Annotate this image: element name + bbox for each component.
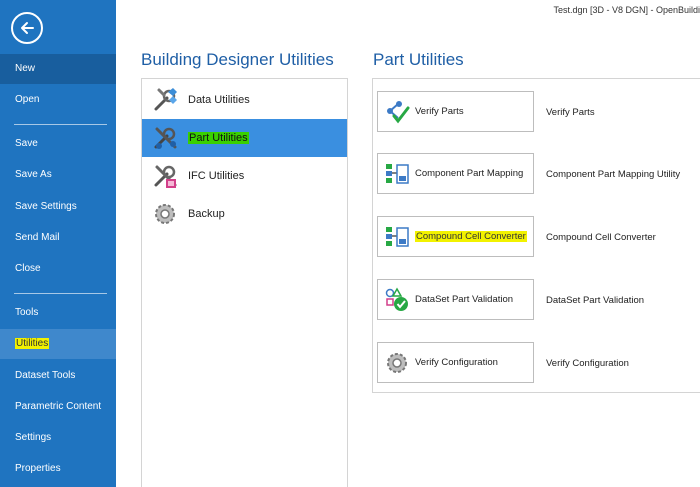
utility-category-list: Data Utilities Part Utilities IFC Utilit… bbox=[141, 78, 348, 487]
nav-settings[interactable]: Settings bbox=[0, 423, 116, 453]
nav-new[interactable]: New bbox=[0, 54, 116, 84]
verify-parts-button[interactable]: Verify Parts bbox=[377, 91, 534, 132]
window-title: Test.dgn [3D - V8 DGN] - OpenBuildi bbox=[553, 5, 700, 15]
cell-converter-icon bbox=[383, 223, 411, 251]
nav-save[interactable]: Save bbox=[0, 129, 116, 159]
compound-cell-converter-label: Compound Cell Converter bbox=[415, 231, 527, 242]
dataset-validation-icon bbox=[383, 286, 411, 314]
verify-configuration-icon bbox=[383, 349, 411, 377]
back-button[interactable] bbox=[11, 12, 43, 44]
nav-properties[interactable]: Properties bbox=[0, 454, 116, 484]
nav-utilities-label: Utilities bbox=[15, 338, 50, 349]
title-bar: Test.dgn [3D - V8 DGN] - OpenBuildi bbox=[116, 0, 700, 22]
part-utilities-icon bbox=[150, 123, 180, 153]
nav-save-settings[interactable]: Save Settings bbox=[0, 192, 116, 222]
category-data-utilities[interactable]: Data Utilities bbox=[142, 81, 347, 119]
backup-icon bbox=[150, 199, 180, 229]
category-backup[interactable]: Backup bbox=[142, 195, 347, 233]
nav-dataset-tools[interactable]: Dataset Tools bbox=[0, 361, 116, 391]
compound-cell-converter-description: Compound Cell Converter bbox=[546, 232, 656, 243]
nav-separator bbox=[14, 293, 107, 294]
nav-send-mail[interactable]: Send Mail bbox=[0, 223, 116, 253]
dataset-part-validation-description: DataSet Part Validation bbox=[546, 295, 645, 306]
compound-cell-converter-button[interactable]: Compound Cell Converter bbox=[377, 216, 534, 257]
right-section-title: Part Utilities bbox=[373, 50, 464, 69]
verify-configuration-button[interactable]: Verify Configuration bbox=[377, 342, 534, 383]
nav-separator bbox=[14, 124, 107, 125]
ifc-utilities-icon bbox=[150, 161, 180, 191]
component-part-mapping-description: Component Part Mapping Utility bbox=[546, 169, 681, 180]
data-utilities-icon bbox=[150, 85, 180, 115]
component-mapping-icon bbox=[383, 160, 411, 188]
nav-open[interactable]: Open bbox=[0, 85, 116, 115]
nav-close[interactable]: Close bbox=[0, 254, 116, 284]
part-utilities-label: Part Utilities bbox=[188, 132, 249, 144]
verify-configuration-description: Verify Configuration bbox=[546, 358, 629, 369]
backstage-sidebar: New Open Save Save As Save Settings Send… bbox=[0, 0, 116, 487]
left-section-title: Building Designer Utilities bbox=[141, 50, 334, 69]
nav-save-as[interactable]: Save As bbox=[0, 160, 116, 190]
nav-tools[interactable]: Tools bbox=[0, 298, 116, 328]
nav-utilities[interactable]: Utilities bbox=[0, 329, 116, 359]
category-ifc-utilities[interactable]: IFC Utilities bbox=[142, 157, 347, 195]
category-part-utilities[interactable]: Part Utilities bbox=[142, 119, 347, 157]
verify-parts-description: Verify Parts bbox=[546, 107, 595, 118]
dataset-part-validation-button[interactable]: DataSet Part Validation bbox=[377, 279, 534, 320]
nav-parametric-content[interactable]: Parametric Content bbox=[0, 392, 116, 422]
verify-parts-icon bbox=[383, 98, 411, 126]
component-part-mapping-button[interactable]: Component Part Mapping bbox=[377, 153, 534, 194]
back-arrow-icon bbox=[21, 22, 34, 34]
part-utilities-panel: Verify Parts Verify Parts Component Part… bbox=[372, 78, 700, 393]
